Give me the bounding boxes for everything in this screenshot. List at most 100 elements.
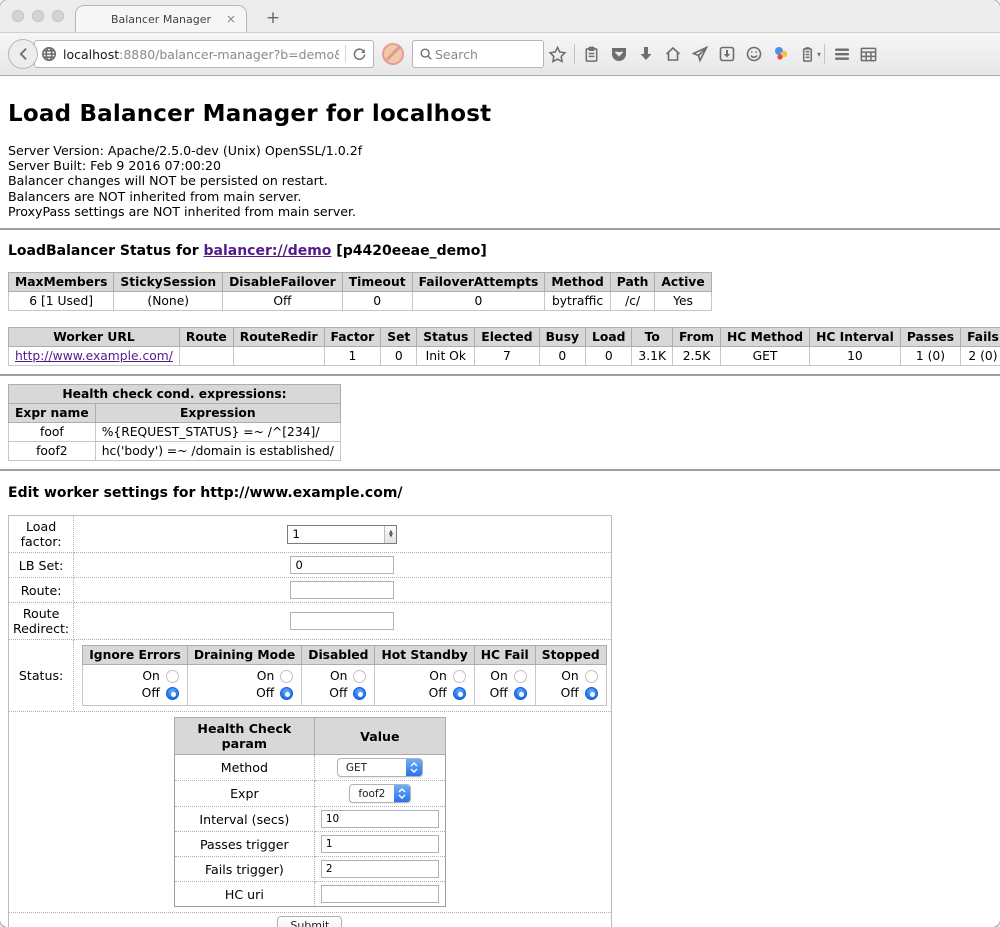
back-button[interactable] — [8, 39, 38, 69]
balancer-demo-link[interactable]: balancer://demo — [204, 243, 332, 259]
sidebar-button[interactable] — [855, 41, 882, 68]
chat-button[interactable] — [740, 41, 767, 68]
hc-fails-input[interactable] — [321, 860, 439, 878]
cell-from: 2.5K — [673, 347, 721, 366]
hc-fail-on-radio[interactable] — [514, 670, 527, 683]
stopped-off-radio[interactable] — [585, 687, 598, 700]
cell-expr-name: foof2 — [9, 442, 96, 461]
search-icon — [419, 47, 433, 61]
route-redirect-input[interactable] — [290, 612, 394, 630]
col-routeredir: RouteRedir — [233, 328, 324, 347]
save-page-button[interactable] — [713, 41, 740, 68]
hot-standby-off-radio[interactable] — [453, 687, 466, 700]
col-active: Active — [655, 273, 711, 292]
downloads-button[interactable] — [632, 41, 659, 68]
toolbar-separator — [574, 44, 575, 64]
route-input[interactable] — [290, 581, 394, 599]
worker-url-link[interactable]: http://www.example.com/ — [15, 349, 173, 363]
hamburger-icon — [832, 44, 852, 64]
status-cell-ignore-errors: On Off — [83, 665, 188, 706]
lb-set-input[interactable] — [290, 556, 394, 574]
draining-mode-off-radio[interactable] — [280, 687, 293, 700]
col-expr-name: Expr name — [9, 404, 96, 423]
ignore-errors-on-radio[interactable] — [166, 670, 179, 683]
globe-icon — [41, 46, 57, 62]
home-button[interactable] — [659, 41, 686, 68]
col-stickysession: StickySession — [114, 273, 223, 292]
form-row-status: Status: Ignore Errors Draining Mode Disa… — [9, 640, 612, 712]
balancer-heading-prefix: LoadBalancer Status for — [8, 243, 204, 259]
pocket-button[interactable] — [605, 41, 632, 68]
paper-plane-icon — [691, 45, 709, 63]
stopped-on-radio[interactable] — [585, 670, 598, 683]
hc-value-header: Value — [314, 718, 445, 755]
on-label: On — [257, 668, 274, 685]
cell-hc-method: GET — [721, 347, 810, 366]
close-tab-icon[interactable]: × — [226, 13, 236, 25]
cell-expr-name: foof — [9, 423, 96, 442]
hc-method-select[interactable]: GET — [337, 758, 423, 777]
disabled-on-radio[interactable] — [353, 670, 366, 683]
disabled-off-radio[interactable] — [353, 687, 366, 700]
col-path: Path — [610, 273, 655, 292]
hc-interval-input[interactable] — [321, 810, 439, 828]
draining-mode-on-radio[interactable] — [280, 670, 293, 683]
url-text[interactable]: localhost:8880/balancer-manager?b=demo&w… — [63, 47, 339, 62]
content-blocked-icon[interactable] — [382, 43, 404, 65]
load-factor-stepper[interactable]: ▲▼ — [287, 525, 397, 544]
hot-standby-on-radio[interactable] — [453, 670, 466, 683]
bookmark-star-button[interactable] — [544, 41, 571, 68]
pocket-icon — [610, 45, 628, 63]
extension-colors-button[interactable] — [767, 41, 794, 68]
send-tab-button[interactable] — [686, 41, 713, 68]
tab-title: Balancer Manager — [111, 13, 211, 26]
balancer-heading-suffix: [p4420eeae_demo] — [331, 243, 486, 259]
search-input[interactable] — [433, 46, 523, 63]
form-row-health-check: Health Check param Value Method GET — [9, 712, 612, 913]
home-icon — [664, 45, 682, 63]
cell-passes: 1 (0) — [900, 347, 960, 366]
hc-row-uri: HC uri — [174, 882, 445, 907]
search-bar[interactable] — [412, 40, 544, 68]
cell-route — [179, 347, 233, 366]
reload-icon[interactable] — [352, 47, 367, 62]
reading-list-button[interactable] — [578, 41, 605, 68]
menu-button[interactable] — [828, 41, 855, 68]
hc-fail-off-radio[interactable] — [514, 687, 527, 700]
stepper-arrows-icon[interactable]: ▲▼ — [384, 526, 396, 543]
cell-failoverattempts: 0 — [412, 292, 545, 311]
cell-load: 0 — [586, 347, 632, 366]
hc-expr-select[interactable]: foof2 — [349, 784, 411, 803]
hc-passes-input[interactable] — [321, 835, 439, 853]
tab-balancer-manager[interactable]: Balancer Manager × — [75, 5, 247, 32]
hc-row-passes: Passes trigger — [174, 832, 445, 857]
table-row: http://www.example.com/ 1 0 Init Ok 7 0 … — [9, 347, 1000, 366]
hc-uri-input[interactable] — [321, 885, 439, 903]
worker-status-table: Worker URL Route RouteRedir Factor Set S… — [8, 327, 1000, 366]
cell-elected: 7 — [475, 347, 539, 366]
table-row: foof2 hc('body') =~ /domain is establish… — [9, 442, 341, 461]
off-label: Off — [561, 685, 579, 702]
urlbar-divider — [345, 45, 346, 63]
worker-settings-form: Load factor: ▲▼ LB Set: Route: Route Red… — [8, 515, 612, 927]
route-label: Route: — [9, 578, 74, 603]
new-tab-button[interactable]: + — [261, 8, 285, 28]
load-factor-label: Load factor: — [9, 516, 74, 553]
close-window-button[interactable] — [12, 10, 24, 22]
zoom-window-button[interactable] — [52, 10, 64, 22]
load-factor-input[interactable] — [288, 526, 384, 543]
cell-path: /c/ — [610, 292, 655, 311]
status-cell-hc-fail: On Off — [474, 665, 535, 706]
minimize-window-button[interactable] — [32, 10, 44, 22]
hc-method-selected-value: GET — [338, 762, 406, 774]
submit-button[interactable]: Submit — [277, 916, 342, 927]
col-busy: Busy — [539, 328, 585, 347]
on-label: On — [429, 668, 446, 685]
url-bar[interactable]: localhost:8880/balancer-manager?b=demo&w… — [34, 40, 374, 68]
on-label: On — [330, 668, 347, 685]
ignore-errors-off-radio[interactable] — [166, 687, 179, 700]
on-label: On — [561, 668, 578, 685]
window-controls[interactable] — [12, 10, 64, 22]
divider — [0, 228, 1000, 230]
overflow-caret-icon[interactable]: ▾ — [817, 50, 821, 59]
